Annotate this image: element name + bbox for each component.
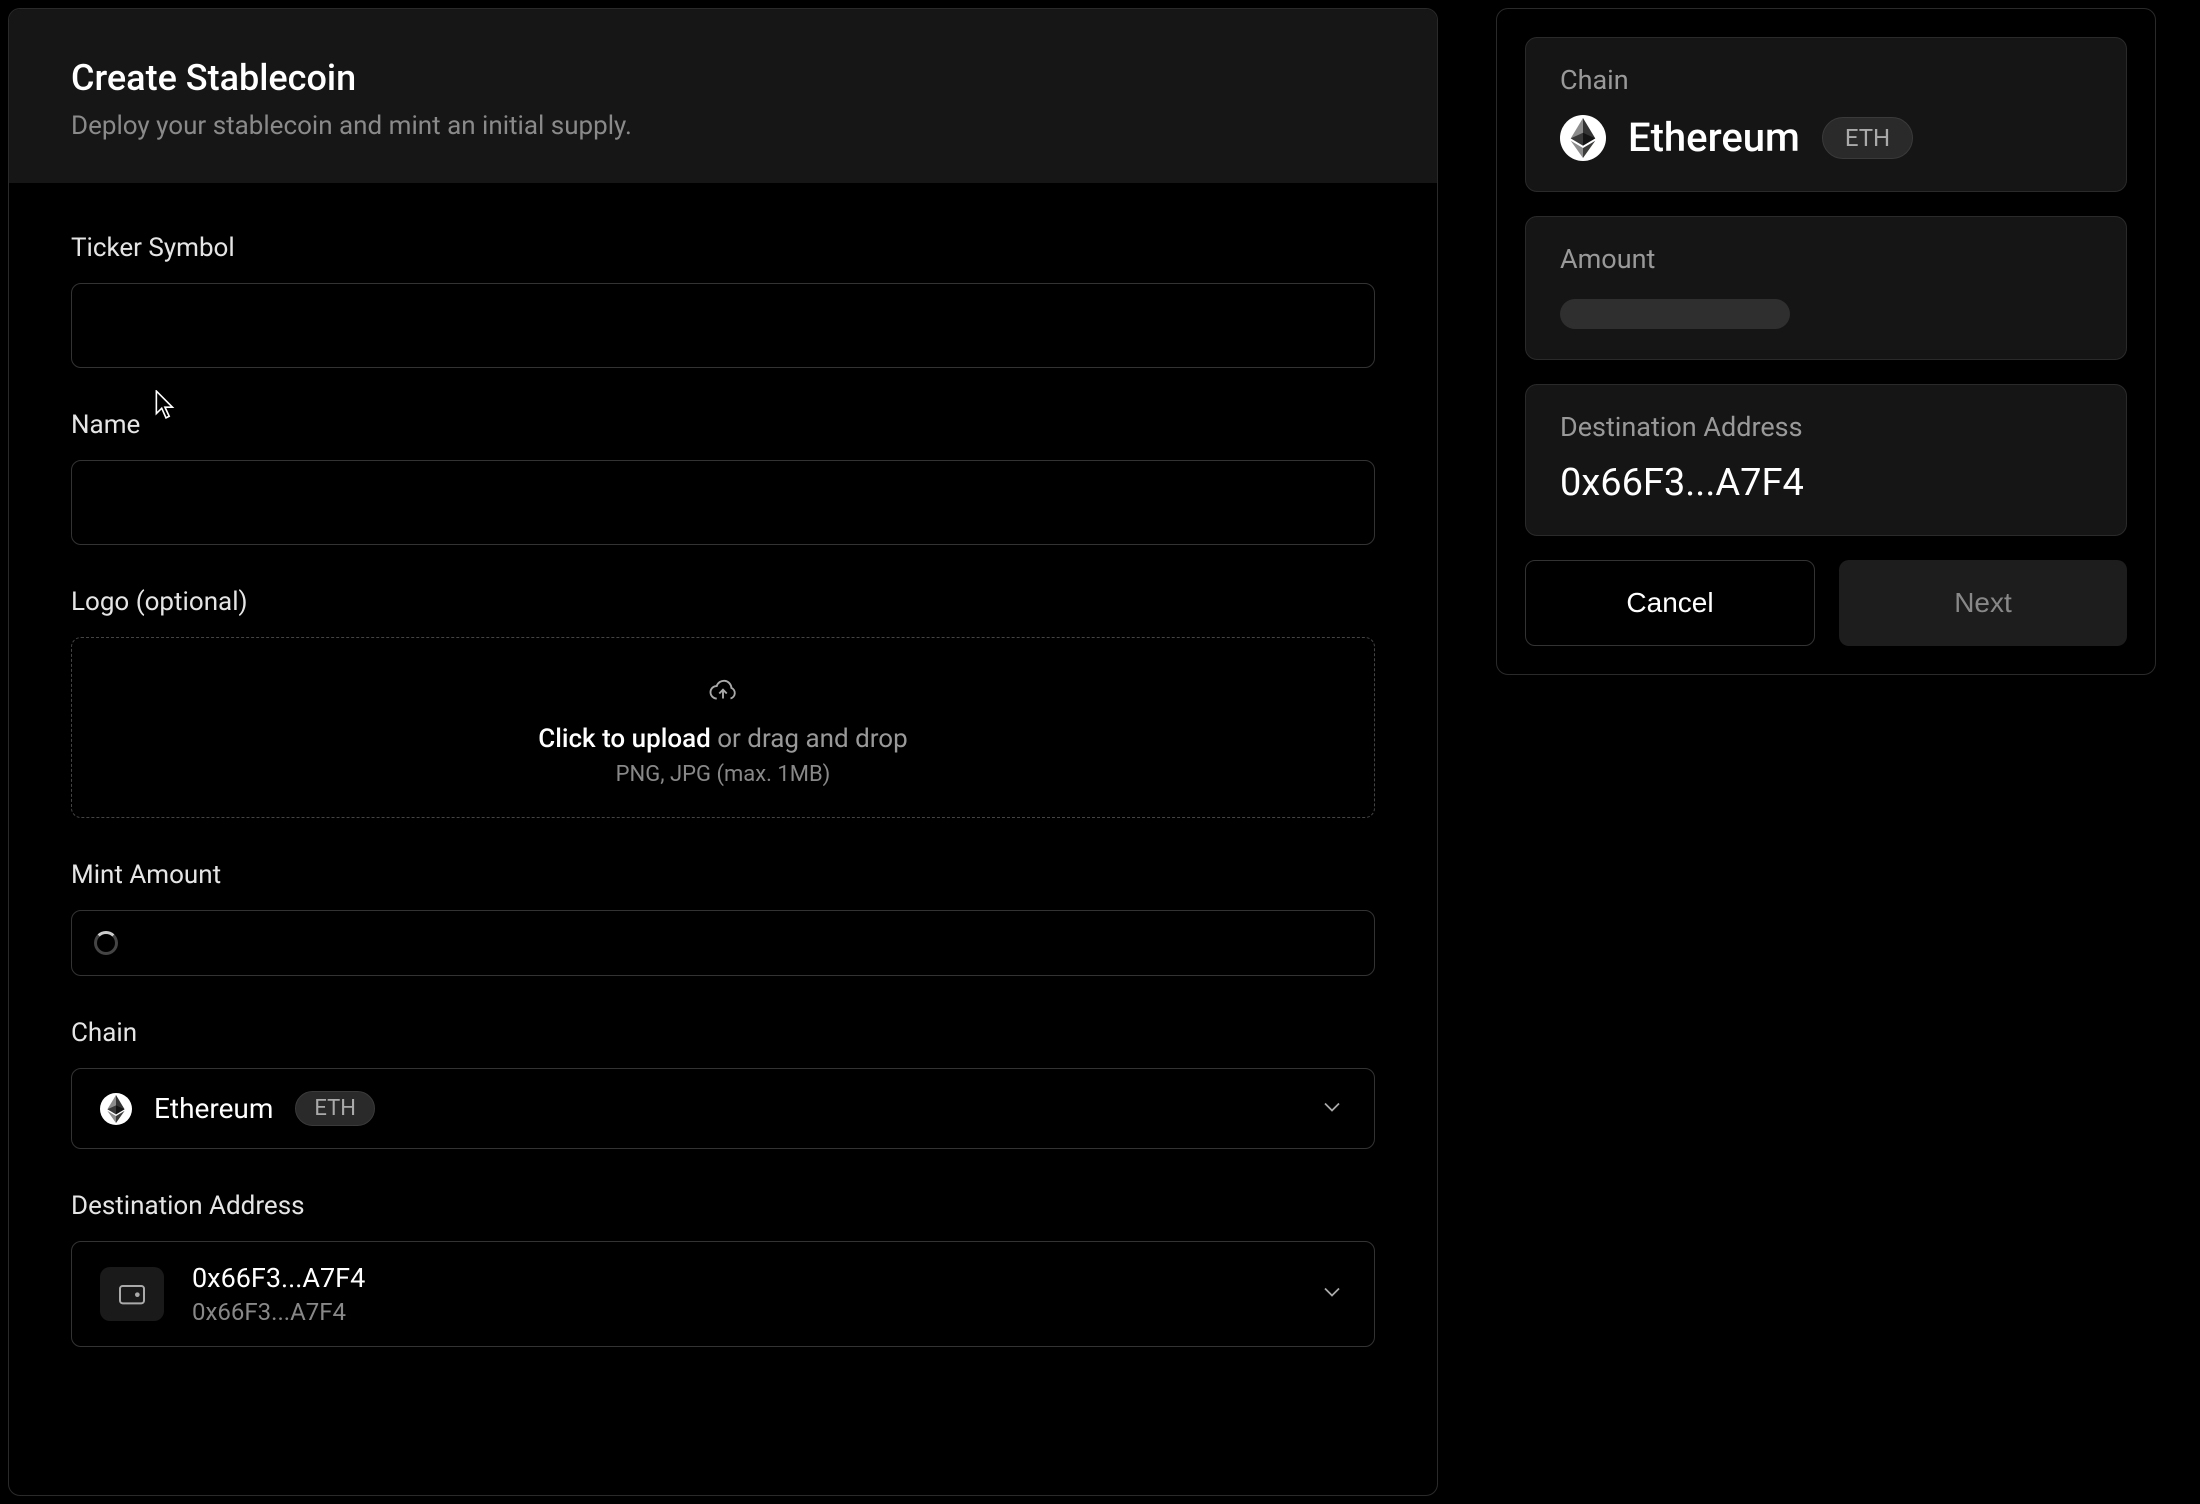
chevron-down-icon bbox=[1318, 1093, 1346, 1125]
summary-destination-address: 0x66F3...A7F4 bbox=[1560, 461, 2092, 505]
amount-skeleton bbox=[1560, 299, 1790, 329]
summary-chain-name: Ethereum bbox=[1628, 114, 1800, 161]
panel-body: Ticker Symbol Name Logo (optional) Click… bbox=[9, 183, 1437, 1397]
address-text-block: 0x66F3...A7F4 0x66F3...A7F4 bbox=[192, 1262, 1290, 1326]
ticker-label: Ticker Symbol bbox=[71, 233, 1375, 263]
upload-cloud-icon bbox=[708, 676, 738, 710]
summary-card: Chain Ethereum ETH Amount bbox=[1496, 8, 2156, 675]
summary-amount-box: Amount bbox=[1525, 216, 2127, 360]
page-title: Create Stablecoin bbox=[71, 57, 1375, 99]
dropzone-bold: Click to upload bbox=[538, 724, 711, 754]
name-input[interactable] bbox=[71, 460, 1375, 545]
cancel-button[interactable]: Cancel bbox=[1525, 560, 1815, 646]
chevron-down-icon bbox=[1318, 1278, 1346, 1310]
summary-chain-row: Ethereum ETH bbox=[1560, 114, 2092, 161]
logo-group: Logo (optional) Click to upload or drag … bbox=[71, 587, 1375, 818]
ethereum-icon bbox=[100, 1093, 132, 1125]
name-label: Name bbox=[71, 410, 1375, 440]
logo-label: Logo (optional) bbox=[71, 587, 1375, 617]
destination-select[interactable]: 0x66F3...A7F4 0x66F3...A7F4 bbox=[71, 1241, 1375, 1347]
address-sub: 0x66F3...A7F4 bbox=[192, 1298, 1290, 1326]
destination-label: Destination Address bbox=[71, 1191, 1375, 1221]
summary-destination-label: Destination Address bbox=[1560, 411, 2092, 443]
panel-header: Create Stablecoin Deploy your stablecoin… bbox=[9, 9, 1437, 183]
chain-label: Chain bbox=[71, 1018, 1375, 1048]
chain-group: Chain Ethereum ETH bbox=[71, 1018, 1375, 1149]
wallet-icon bbox=[100, 1267, 164, 1321]
summary-chain-label: Chain bbox=[1560, 64, 2092, 96]
spinner-icon bbox=[94, 931, 118, 955]
ticker-input[interactable] bbox=[71, 283, 1375, 368]
summary-chain-box: Chain Ethereum ETH bbox=[1525, 37, 2127, 192]
ticker-group: Ticker Symbol bbox=[71, 233, 1375, 368]
chain-select[interactable]: Ethereum ETH bbox=[71, 1068, 1375, 1149]
button-row: Cancel Next bbox=[1525, 560, 2127, 646]
summary-destination-box: Destination Address 0x66F3...A7F4 bbox=[1525, 384, 2127, 536]
chain-badge: ETH bbox=[295, 1091, 375, 1126]
summary-sidebar: Chain Ethereum ETH Amount bbox=[1496, 8, 2156, 1496]
dropzone-text: Click to upload or drag and drop bbox=[92, 724, 1354, 754]
ethereum-icon bbox=[1560, 115, 1606, 161]
mint-amount-label: Mint Amount bbox=[71, 860, 1375, 890]
mint-amount-input[interactable] bbox=[71, 910, 1375, 976]
destination-group: Destination Address 0x66F3...A7F4 0x66F3… bbox=[71, 1191, 1375, 1347]
dropzone-hint: PNG, JPG (max. 1MB) bbox=[92, 762, 1354, 787]
name-group: Name bbox=[71, 410, 1375, 545]
main-form-panel: Create Stablecoin Deploy your stablecoin… bbox=[8, 8, 1438, 1496]
summary-chain-badge: ETH bbox=[1822, 117, 1913, 159]
next-button[interactable]: Next bbox=[1839, 560, 2127, 646]
logo-dropzone[interactable]: Click to upload or drag and drop PNG, JP… bbox=[71, 637, 1375, 818]
dropzone-rest: or drag and drop bbox=[711, 724, 908, 754]
address-main: 0x66F3...A7F4 bbox=[192, 1262, 1290, 1294]
page-subtitle: Deploy your stablecoin and mint an initi… bbox=[71, 111, 1375, 141]
chain-selected-name: Ethereum bbox=[154, 1092, 273, 1125]
mint-amount-group: Mint Amount bbox=[71, 860, 1375, 976]
summary-amount-label: Amount bbox=[1560, 243, 2092, 275]
